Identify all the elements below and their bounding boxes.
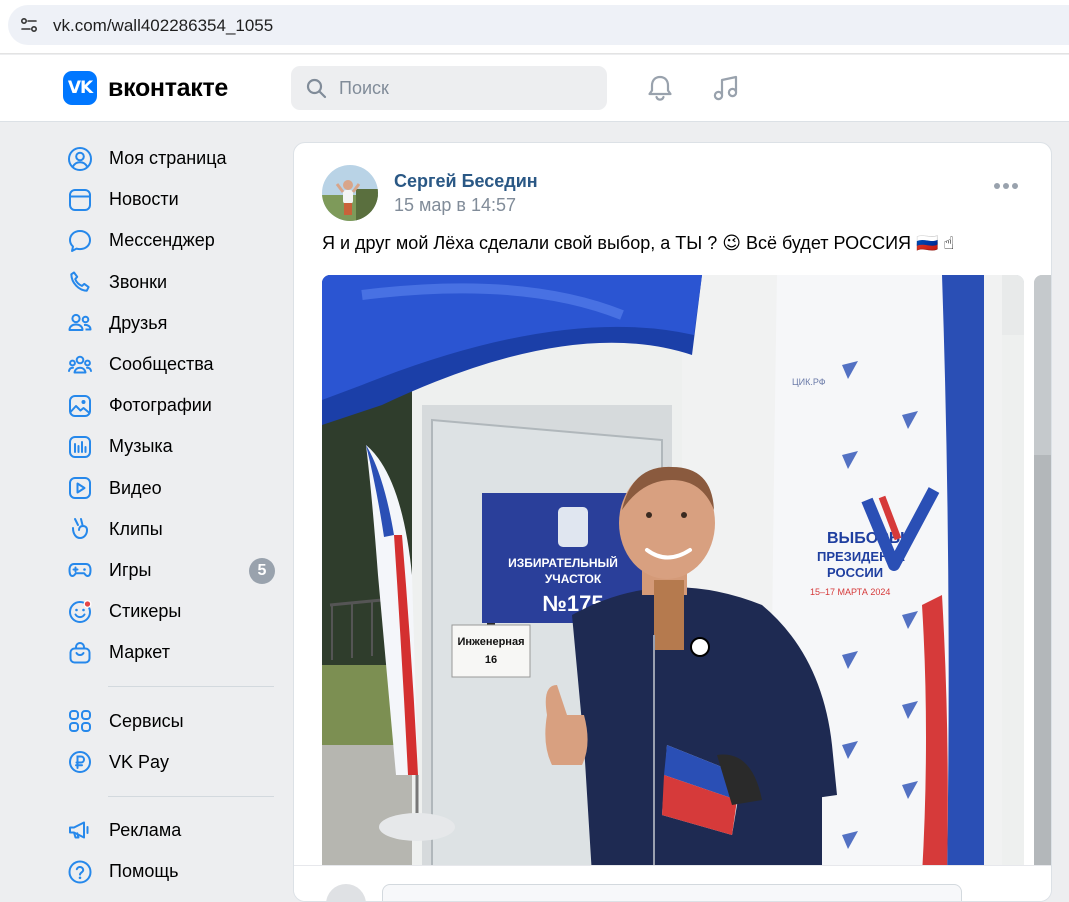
friends-icon <box>67 310 93 336</box>
comment-input[interactable] <box>382 884 962 901</box>
services-grid-icon <box>67 708 93 734</box>
sidebar-item-help[interactable]: Помощь <box>64 851 279 892</box>
sidebar-item-label: Друзья <box>109 312 168 333</box>
sidebar-item-news[interactable]: Новости <box>64 179 279 220</box>
gamepad-icon <box>67 557 93 583</box>
sidebar-item-label: Моя страница <box>109 148 227 169</box>
music-icon[interactable] <box>711 73 741 103</box>
help-icon <box>67 859 93 885</box>
sidebar-item-messenger[interactable]: Мессенджер <box>64 220 279 261</box>
sidebar-item-label: Клипы <box>109 518 163 539</box>
market-bag-icon <box>67 640 93 666</box>
sidebar-item-label: Звонки <box>109 271 168 292</box>
sidebar-item-services[interactable]: Сервисы <box>64 700 279 741</box>
sidebar-item-stickers[interactable]: Стикеры <box>64 591 279 632</box>
video-icon <box>67 475 93 501</box>
search-box[interactable] <box>291 66 607 110</box>
sidebar-item-games[interactable]: Игры 5 <box>64 550 279 591</box>
bell-icon[interactable] <box>645 73 675 103</box>
user-circle-icon <box>67 146 93 172</box>
sticker-icon <box>67 599 93 625</box>
sidebar-item-music[interactable]: Музыка <box>64 426 279 467</box>
games-counter-badge: 5 <box>249 557 275 584</box>
photo-icon <box>67 393 93 419</box>
search-input[interactable] <box>339 66 589 110</box>
sidebar-item-market[interactable]: Маркет <box>64 632 279 673</box>
post-author-link[interactable]: Сергей Беседин <box>394 171 538 192</box>
sidebar-item-clips[interactable]: Клипы <box>64 509 279 550</box>
sidebar-divider <box>108 795 274 797</box>
vk-logo[interactable]: VK вконтакте <box>63 71 228 105</box>
wall-post: Сергей Беседин 15 мар в 14:57 Я и друг м… <box>293 142 1052 902</box>
phone-icon <box>67 269 93 295</box>
sign-line2: УЧАСТОК <box>545 572 602 586</box>
message-icon <box>67 228 93 254</box>
sidebar-item-label: VK Pay <box>109 751 170 772</box>
search-icon <box>306 78 327 99</box>
sidebar-item-label: Маркет <box>109 642 170 663</box>
vk-logo-mark-icon: VK <box>63 71 97 105</box>
address-line1: Инженерная <box>458 636 525 648</box>
address-line2: 16 <box>485 654 497 666</box>
browser-toolbar: vk.com/wall402286354_1055 <box>0 0 1069 54</box>
sidebar-item-label: Музыка <box>109 436 173 457</box>
vkpay-icon <box>67 749 93 775</box>
sign-line1: ИЗБИРАТЕЛЬНЫЙ <box>508 555 618 570</box>
post-photo[interactable]: ИЗБИРАТЕЛЬНЫЙ УЧАСТОК №175 Инженерная 16… <box>322 275 1024 875</box>
sidebar-item-vk-pay[interactable]: VK Pay <box>64 742 279 783</box>
site-settings-icon[interactable] <box>20 16 38 34</box>
more-options-icon[interactable] <box>994 183 1018 189</box>
sidebar-item-label: Помощь <box>109 861 179 882</box>
sidebar-item-label: Фотографии <box>109 395 212 416</box>
url-text[interactable]: vk.com/wall402286354_1055 <box>53 16 273 36</box>
megaphone-icon <box>67 817 93 843</box>
sidebar-item-label: Мессенджер <box>109 230 215 251</box>
music-icon <box>67 434 93 460</box>
comment-avatar <box>326 884 366 901</box>
sidebar-item-label: Новости <box>109 189 179 210</box>
sidebar-item-ads[interactable]: Реклама <box>64 810 279 851</box>
sidebar-item-my-page[interactable]: Моя страница <box>64 138 279 179</box>
sidebar-item-photos[interactable]: Фотографии <box>64 385 279 426</box>
banner-text3: РОССИИ <box>827 565 883 580</box>
banner-dates: 15–17 МАРТА 2024 <box>810 587 890 597</box>
post-date[interactable]: 15 мар в 14:57 <box>394 195 516 216</box>
sidebar-item-label: Стикеры <box>109 601 182 622</box>
next-photo-preview[interactable] <box>1034 275 1051 875</box>
sidebar-item-label: Реклама <box>109 819 182 840</box>
sidebar-item-calls[interactable]: Звонки <box>64 262 279 303</box>
banner-small-text: ЦИК.РФ <box>792 377 826 387</box>
sidebar-item-label: Игры <box>109 559 152 580</box>
site-header: VK вконтакте <box>0 55 1069 122</box>
address-bar[interactable]: vk.com/wall402286354_1055 <box>8 5 1069 45</box>
vk-logo-text: вконтакте <box>108 73 229 102</box>
sidebar-item-communities[interactable]: Сообщества <box>64 344 279 385</box>
sidebar-item-label: Сообщества <box>109 354 214 375</box>
sidebar-item-label: Сервисы <box>109 710 184 731</box>
clips-icon <box>67 516 93 542</box>
sidebar-item-video[interactable]: Видео <box>64 468 279 509</box>
comment-area[interactable] <box>294 865 1051 901</box>
post-text: Я и друг мой Лёха сделали свой выбор, а … <box>322 233 955 253</box>
sidebar-divider <box>108 686 274 688</box>
sidebar-item-friends[interactable]: Друзья <box>64 303 279 344</box>
communities-icon <box>67 352 93 378</box>
left-sidebar: Моя страница Новости Мессенджер Звонки Д… <box>64 138 279 892</box>
author-avatar[interactable] <box>322 165 378 221</box>
sidebar-item-label: Видео <box>109 477 162 498</box>
news-icon <box>67 187 93 213</box>
